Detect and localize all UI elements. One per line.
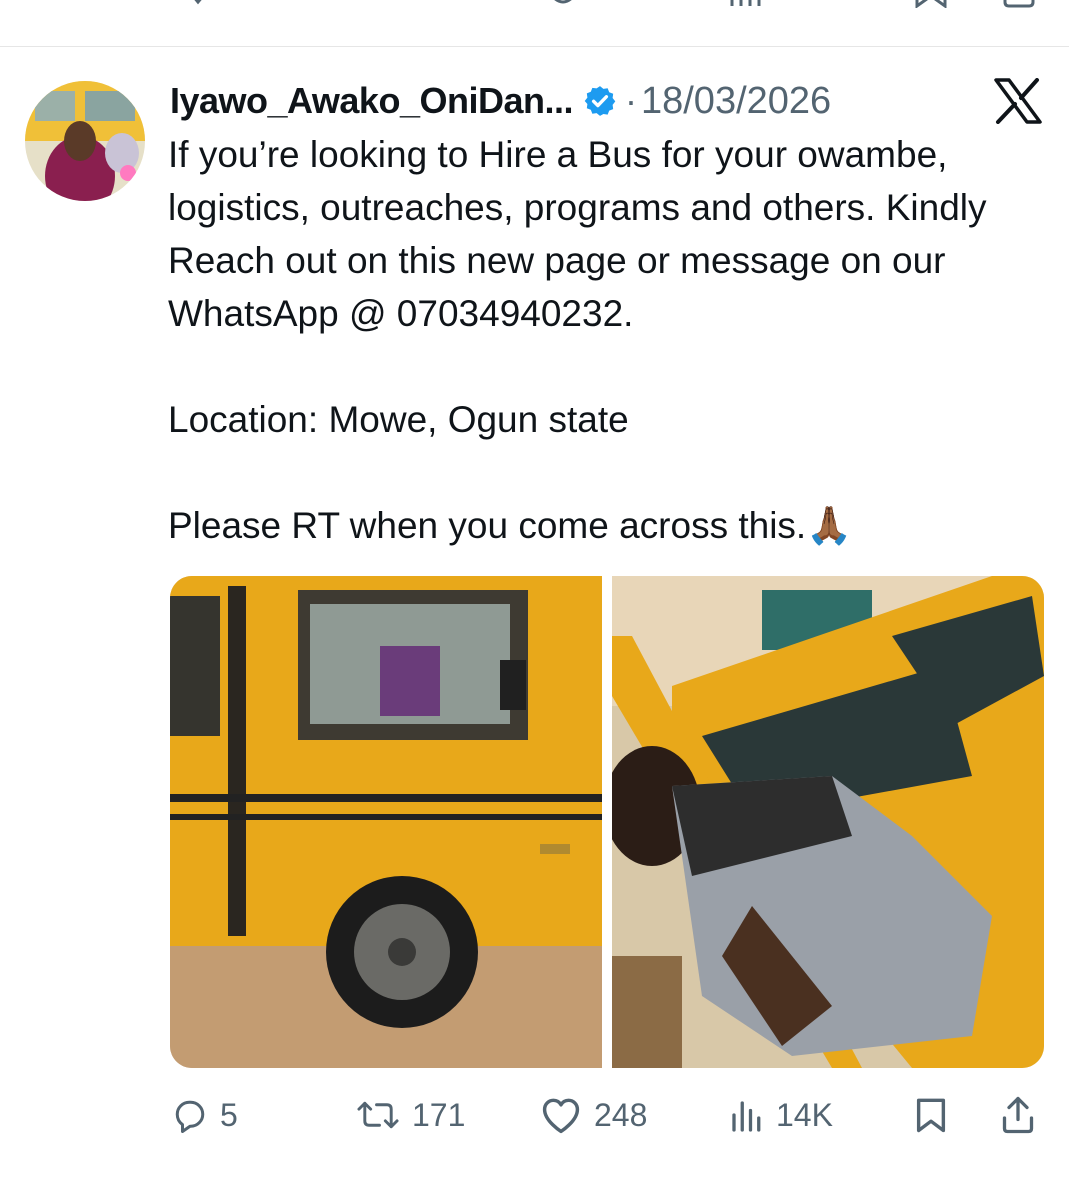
yellow-bus-side-photo[interactable] [170,576,602,1068]
like-button[interactable]: 248 [540,1090,647,1140]
repost-icon[interactable] [360,0,410,8]
tweet-divider [0,46,1069,47]
reply-count: 5 [220,1096,238,1133]
repost-count: 171 [412,1096,466,1133]
tweet-text-paragraph: If you’re looking to Hire a Bus for your… [168,134,987,334]
share-button[interactable] [1000,1090,1036,1140]
bookmark-icon [916,1098,946,1133]
x-logo-icon[interactable] [993,78,1043,129]
author-display-name[interactable]: Iyawo_Awako_OniDan... [170,80,573,122]
like-count: 248 [594,1096,648,1133]
share-icon [1002,1096,1034,1134]
heart-icon [542,1098,580,1134]
avatar-photo [25,81,145,201]
views-count: 14K [776,1096,833,1133]
man-at-bus-window-photo[interactable] [612,576,1044,1068]
previous-tweet-actions [0,0,1069,10]
reply-button[interactable]: 5 [172,1090,238,1140]
header-separator: · [624,80,637,121]
author-avatar[interactable] [25,81,145,201]
verified-badge-icon [583,84,617,118]
tweet-timestamp[interactable]: 18/03/2026 [641,80,831,123]
repost-icon [357,1101,399,1129]
reply-icon[interactable] [186,0,210,8]
tweet-action-bar: 5 171 248 14K [170,1090,1040,1140]
views-icon [732,1101,761,1132]
tweet-body: If you’re looking to Hire a Bus for your… [168,128,1048,552]
share-icon[interactable] [1002,0,1036,8]
reply-icon [175,1100,205,1133]
tweet-media [170,576,1044,1068]
tweet-text-location: Location: Mowe, Ogun state [168,399,629,440]
repost-button[interactable]: 171 [356,1090,465,1140]
bookmark-icon[interactable] [914,0,948,8]
like-icon[interactable] [546,0,580,8]
views-button[interactable]: 14K [728,1090,833,1140]
tweet-header: Iyawo_Awako_OniDan... · 18/03/2026 [170,78,831,124]
bookmark-button[interactable] [914,1090,948,1140]
tweet-text-request: Please RT when you come across this.🙏🏾 [168,505,853,546]
views-icon[interactable] [728,0,764,8]
